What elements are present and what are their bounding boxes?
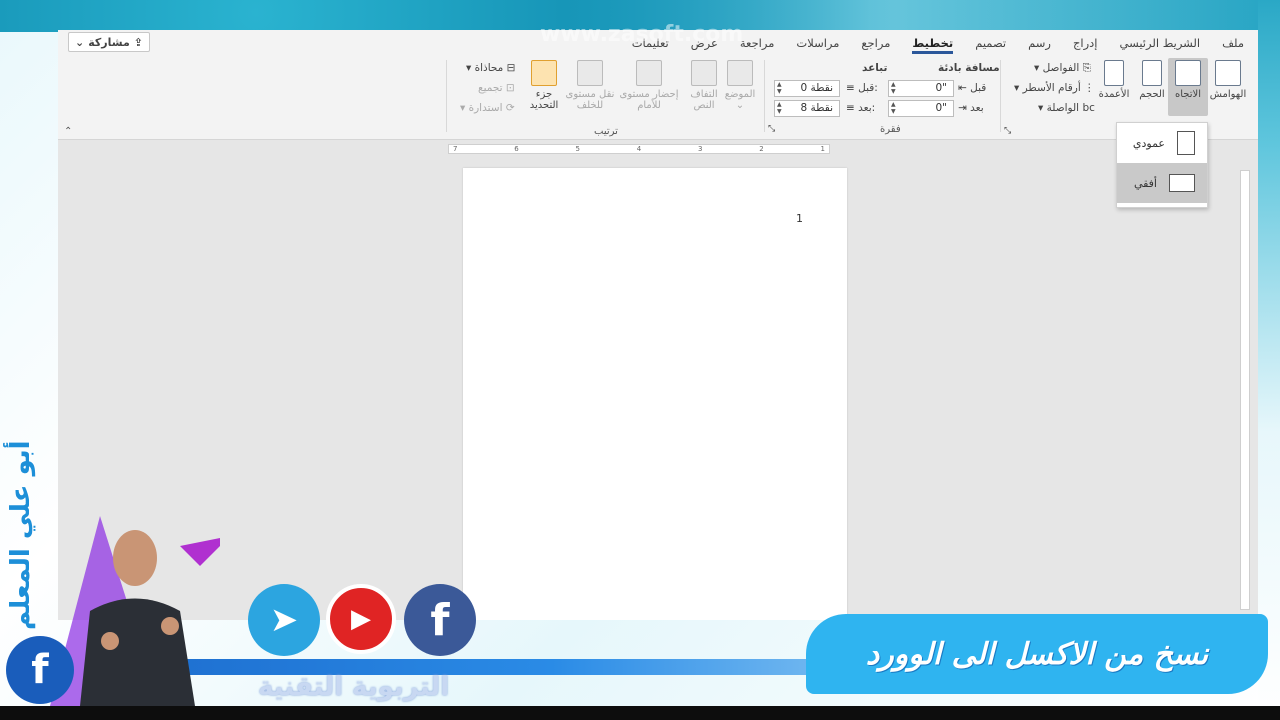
spacing-after-input[interactable]: ▲ ▼ 8 نقطة <box>774 100 840 117</box>
document-page[interactable]: 1 <box>463 168 847 620</box>
tab-home[interactable]: الشريط الرئيسي <box>1119 30 1200 56</box>
landscape-page-icon <box>1169 174 1195 192</box>
share-label: مشاركة <box>88 35 130 49</box>
indent-after-input[interactable]: ▲ ▼ 0" <box>888 100 954 117</box>
tab-draw[interactable]: رسم <box>1028 30 1051 56</box>
collapse-ribbon-icon[interactable]: ⌃ <box>64 126 72 137</box>
send-backward-button[interactable]: نقل مستوى للخلف <box>560 60 620 111</box>
brand-name: التربوية التقنية <box>258 672 450 702</box>
indent-before-label: ⇤ قبل <box>958 82 987 94</box>
spacing-after-icon: ≡ <box>846 102 855 114</box>
wrap-text-icon <box>691 60 717 86</box>
chevron-down-icon: ▾ <box>466 62 475 74</box>
indent-label: مسافة بادئة <box>938 62 1000 74</box>
chevron-down-icon: ⌄ <box>75 35 85 49</box>
chevron-down-icon: ▾ <box>1038 102 1047 114</box>
breaks-icon: ⎘ <box>1082 62 1091 74</box>
video-title: نسخ من الاكسل الى الوورد <box>865 636 1209 672</box>
presenter-image <box>50 516 230 706</box>
title-banner: نسخ من الاكسل الى الوورد <box>806 614 1268 694</box>
hyphenation-button[interactable]: ▾ الواصلة bc <box>1038 102 1095 114</box>
spacing-before-input[interactable]: ▲ ▼ 0 نقطة <box>774 80 840 97</box>
paragraph-group-label: فقرة <box>880 124 901 135</box>
bring-forward-icon <box>636 60 662 86</box>
group-divider <box>446 60 447 132</box>
tab-insert[interactable]: إدراج <box>1073 30 1098 56</box>
orientation-icon <box>1175 60 1201 86</box>
spinner-arrows-icon: ▲ ▼ <box>891 101 896 115</box>
tab-design[interactable]: تصميم <box>975 30 1006 56</box>
group-divider <box>764 60 765 132</box>
margins-button[interactable]: الهوامش <box>1208 60 1248 100</box>
word-window: ملف الشريط الرئيسي إدراج رسم تصميم تخطيط… <box>58 30 1258 620</box>
watermark: www.zasoft.com <box>540 22 744 47</box>
spinner-arrows-icon: ▲ ▼ <box>891 81 896 95</box>
background-right <box>1258 0 1280 720</box>
group-button[interactable]: تجميع ⊡ <box>478 82 515 94</box>
orientation-portrait[interactable]: عمودي <box>1117 123 1207 163</box>
chevron-down-icon: ▾ <box>1034 62 1043 74</box>
orientation-menu: عمودي أفقي <box>1116 122 1208 208</box>
chevron-down-icon: ▾ <box>460 102 469 114</box>
horizontal-ruler[interactable]: 7 6 5 4 3 2 1 <box>448 144 830 154</box>
line-numbers-icon: ⋮ <box>1084 82 1095 94</box>
orientation-button[interactable]: الاتجاه <box>1168 58 1208 116</box>
chevron-down-icon: ▾ <box>1014 82 1023 94</box>
spacing-before-icon: ≡ <box>846 82 855 94</box>
banner-strip <box>150 659 820 675</box>
line-numbers-button[interactable]: ▾ أرقام الأسطر ⋮ <box>1014 82 1095 94</box>
tab-mailings[interactable]: مراسلات <box>796 30 839 56</box>
bring-forward-button[interactable]: إحضار مستوى للأمام <box>618 60 680 111</box>
selection-pane-button[interactable]: جزء التحديد <box>524 60 564 111</box>
facebook-icon[interactable]: f <box>404 584 476 656</box>
tab-references[interactable]: مراجع <box>861 30 890 56</box>
position-button[interactable]: الموضع ⌄ <box>720 60 760 111</box>
align-button[interactable]: ▾ محاذاة ⊟ <box>466 62 515 74</box>
ribbon: الهوامش الاتجاه الحجم الأعمدة ▾ الفواصل … <box>58 56 1258 140</box>
bottom-bar <box>0 706 1280 720</box>
wrap-text-button[interactable]: التفاف النص <box>684 60 724 111</box>
rotate-button[interactable]: ▾ استدارة ⟳ <box>460 102 515 114</box>
youtube-icon[interactable]: ▶ <box>326 584 396 654</box>
send-backward-icon <box>577 60 603 86</box>
spacing-after-label: ≡ بعد: <box>846 102 876 114</box>
tab-layout[interactable]: تخطيط <box>912 30 953 56</box>
margins-icon <box>1215 60 1241 86</box>
group-divider <box>1000 60 1001 132</box>
tab-file[interactable]: ملف <box>1222 30 1244 56</box>
position-icon <box>727 60 753 86</box>
tab-review[interactable]: مراجعة <box>740 30 775 56</box>
page-setup-launcher-icon[interactable]: ⤡ <box>1004 126 1011 136</box>
presenter-name: أبو علي المعلم <box>6 440 36 630</box>
orientation-landscape[interactable]: أفقي <box>1117 163 1207 203</box>
columns-icon <box>1104 60 1124 86</box>
page-number: 1 <box>796 212 803 225</box>
vertical-ruler[interactable] <box>1240 170 1250 610</box>
arrange-group-label: ترتيب <box>594 126 618 137</box>
breaks-button[interactable]: ▾ الفواصل ⎘ <box>1034 62 1091 75</box>
telegram-icon[interactable]: ➤ <box>248 584 320 656</box>
page-size-icon <box>1142 60 1162 86</box>
portrait-page-icon <box>1177 131 1195 155</box>
align-icon: ⊟ <box>506 62 516 74</box>
size-button[interactable]: الحجم <box>1132 60 1172 100</box>
spinner-arrows-icon: ▲ ▼ <box>777 81 782 95</box>
hyphenation-icon: bc <box>1082 102 1095 114</box>
columns-button[interactable]: الأعمدة <box>1094 60 1134 100</box>
facebook-icon[interactable]: f <box>6 636 74 704</box>
selection-pane-icon <box>531 60 557 86</box>
indent-before-input[interactable]: ▲ ▼ 0" <box>888 80 954 97</box>
indent-left-icon: ⇤ <box>958 82 967 94</box>
rotate-icon: ⟳ <box>505 102 515 114</box>
chevron-down-icon: ⌄ <box>735 100 745 111</box>
indent-right-icon: ⇥ <box>958 102 967 114</box>
paragraph-launcher-icon[interactable]: ⤡ <box>768 124 775 134</box>
share-button[interactable]: ⌄ مشاركة ⇪ <box>68 32 150 52</box>
group-icon: ⊡ <box>505 82 515 94</box>
spacing-label: تباعد <box>862 62 888 74</box>
indent-after-label: ⇥ بعد <box>958 102 984 114</box>
spacing-before-label: ≡ قبل: <box>846 82 878 94</box>
share-icon: ⇪ <box>133 35 143 49</box>
spinner-arrows-icon: ▲ ▼ <box>777 101 782 115</box>
